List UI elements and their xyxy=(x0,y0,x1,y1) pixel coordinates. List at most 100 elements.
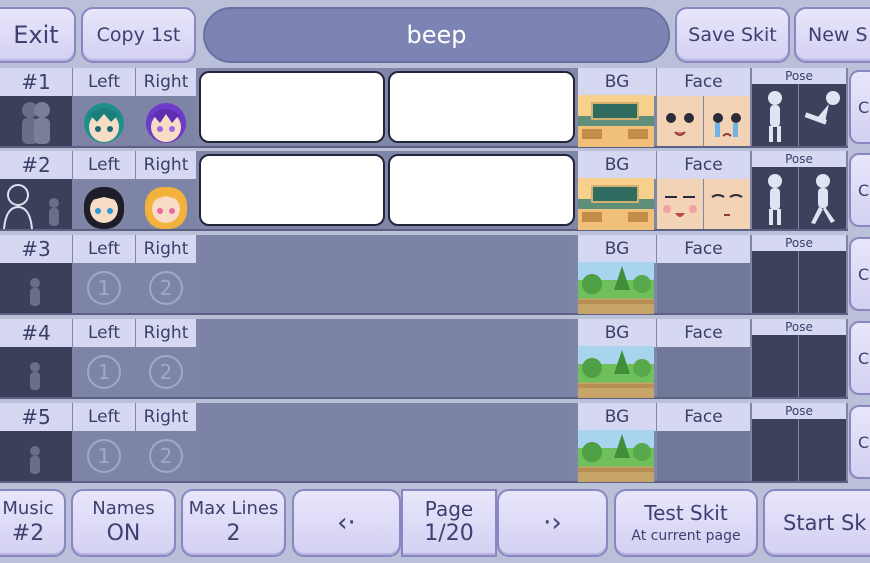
park-background-thumb[interactable] xyxy=(578,346,654,398)
left-header: Left xyxy=(73,68,135,96)
face-header: Face xyxy=(657,235,750,263)
left-pose[interactable] xyxy=(752,419,798,481)
left-pose[interactable] xyxy=(752,84,798,146)
dialogue-box-left[interactable] xyxy=(199,154,385,226)
music-label: Music xyxy=(2,498,54,519)
new-skit-button[interactable]: New S xyxy=(794,7,870,63)
dialogue-box-left[interactable] xyxy=(199,71,385,143)
max-lines-label: Max Lines xyxy=(188,498,279,519)
save-skit-button[interactable]: Save Skit xyxy=(675,7,790,63)
names-label: Names xyxy=(92,498,155,519)
park-icon xyxy=(578,266,654,304)
right-header: Right xyxy=(136,235,196,263)
row-2-side-button[interactable]: Co xyxy=(849,153,870,227)
right-face-crying[interactable] xyxy=(704,96,750,146)
pose-header: Pose xyxy=(752,319,846,335)
side-label: Co xyxy=(858,97,870,117)
classroom-background-thumb[interactable] xyxy=(578,95,654,147)
right-character-slot[interactable] xyxy=(136,179,196,229)
park-background-thumb[interactable] xyxy=(578,262,654,314)
park-background-thumb[interactable] xyxy=(578,430,654,482)
small-person-icon xyxy=(30,278,40,306)
left-face-closed-eyes[interactable] xyxy=(657,179,703,229)
left-face-happy[interactable] xyxy=(657,96,703,146)
surprised-face-icon xyxy=(666,113,694,136)
left-pose[interactable] xyxy=(752,335,798,397)
max-lines-value: 2 xyxy=(226,521,241,546)
right-header: Right xyxy=(136,151,196,179)
scene-preview[interactable] xyxy=(0,263,72,313)
copy-first-button[interactable]: Copy 1st xyxy=(81,7,196,63)
action-pose-icon xyxy=(804,91,840,125)
standing-pose-icon xyxy=(768,91,782,142)
dialogue-area[interactable] xyxy=(199,403,575,481)
right-pose[interactable] xyxy=(799,167,846,229)
tongue-face-icon xyxy=(663,196,697,217)
row-1-side-button[interactable]: Co xyxy=(849,70,870,144)
left-pose[interactable] xyxy=(752,167,798,229)
face-slots[interactable] xyxy=(657,347,750,397)
row-4-side-button[interactable]: Co xyxy=(849,321,870,395)
test-skit-sublabel: At current page xyxy=(631,528,741,544)
classroom-background-thumb[interactable] xyxy=(578,178,654,230)
bg-header: BG xyxy=(578,319,656,347)
max-lines-button[interactable]: Max Lines 2 xyxy=(181,489,286,557)
right-header: Right xyxy=(136,68,196,96)
dialogue-area[interactable] xyxy=(199,319,575,397)
side-label: Co xyxy=(858,432,870,452)
row-number: #5 xyxy=(0,403,72,431)
scene-row-4: #4 Left 1 Right 2 BG Face Pose xyxy=(0,319,848,399)
slot-number-two: 2 xyxy=(149,271,183,305)
scene-row-3: #3 Left 1 Right 2 BG Face Pose xyxy=(0,235,848,315)
right-pose[interactable] xyxy=(799,84,846,146)
previous-page-button[interactable]: ‹· xyxy=(292,489,401,557)
left-header: Left xyxy=(73,235,135,263)
left-character-slot[interactable] xyxy=(73,179,135,229)
right-face-calm[interactable] xyxy=(704,179,750,229)
left-pose[interactable] xyxy=(752,251,798,313)
face-header: Face xyxy=(657,403,750,431)
test-skit-label: Test Skit xyxy=(644,501,728,525)
black-hair-character-icon xyxy=(84,187,124,229)
right-pose[interactable] xyxy=(799,419,846,481)
left-character-slot[interactable]: 1 xyxy=(73,431,135,481)
right-header: Right xyxy=(136,403,196,431)
left-character-slot[interactable] xyxy=(73,96,135,146)
scene-preview[interactable] xyxy=(0,347,72,397)
dialogue-box-right[interactable] xyxy=(388,71,575,143)
row-3-side-button[interactable]: Co xyxy=(849,237,870,311)
dialogue-box-right[interactable] xyxy=(388,154,575,226)
right-character-slot[interactable]: 2 xyxy=(136,347,196,397)
next-page-button[interactable]: ·› xyxy=(497,489,608,557)
left-character-slot[interactable]: 1 xyxy=(73,263,135,313)
left-header: Left xyxy=(73,319,135,347)
start-skit-button[interactable]: Start Sk xyxy=(763,489,870,557)
skit-title-field[interactable]: beep xyxy=(203,7,670,63)
side-label: Co xyxy=(858,348,870,368)
left-character-slot[interactable]: 1 xyxy=(73,347,135,397)
face-slots[interactable] xyxy=(657,431,750,481)
pose-header: Pose xyxy=(752,151,846,167)
right-character-slot[interactable] xyxy=(136,96,196,146)
music-button[interactable]: Music #2 xyxy=(0,489,66,557)
music-value: #2 xyxy=(11,521,45,546)
dialogue-area[interactable] xyxy=(199,235,575,313)
scene-preview[interactable] xyxy=(0,96,72,146)
right-character-slot[interactable]: 2 xyxy=(136,263,196,313)
classroom-icon xyxy=(582,185,648,222)
slot-number-one: 1 xyxy=(87,271,121,305)
face-slots[interactable] xyxy=(657,263,750,313)
scene-preview[interactable] xyxy=(0,431,72,481)
exit-button[interactable]: Exit xyxy=(0,7,76,63)
copy-first-label: Copy 1st xyxy=(96,24,181,46)
names-toggle-button[interactable]: Names ON xyxy=(71,489,176,557)
right-pose[interactable] xyxy=(799,251,846,313)
row-5-side-button[interactable]: Co xyxy=(849,405,870,479)
test-skit-button[interactable]: Test Skit At current page xyxy=(614,489,758,557)
right-pose[interactable] xyxy=(799,335,846,397)
row-number: #4 xyxy=(0,319,72,347)
names-value: ON xyxy=(106,521,141,546)
start-skit-label: Start Sk xyxy=(783,511,867,535)
scene-preview[interactable] xyxy=(0,179,72,229)
right-character-slot[interactable]: 2 xyxy=(136,431,196,481)
